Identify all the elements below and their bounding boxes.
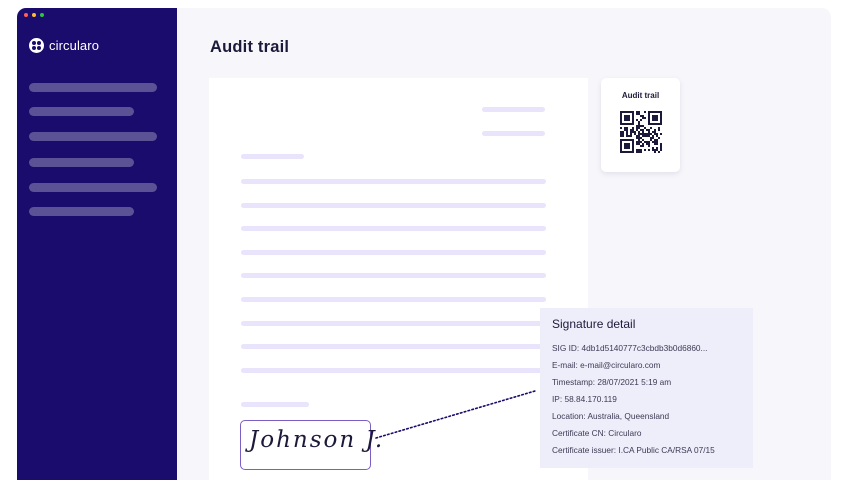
signature-id: SIG ID: 4db1d5140777c3cbdb3b0d6860... [552, 343, 708, 353]
signature-timestamp: Timestamp: 28/07/2021 5:19 am [552, 377, 672, 387]
doc-text-line [241, 226, 546, 231]
window-controls [24, 13, 44, 17]
signature-text: Johnson J. [249, 427, 385, 453]
signature-ip: IP: 58.84.170.119 [552, 394, 617, 404]
doc-header-line [482, 131, 545, 136]
qr-code-icon [620, 111, 662, 153]
signature-detail-title: Signature detail [552, 317, 636, 331]
doc-heading-line [241, 154, 304, 159]
sidebar: circularo [17, 8, 177, 480]
signature-detail-card: Signature detail SIG ID: 4db1d5140777c3c… [540, 308, 753, 468]
doc-text-line [241, 250, 546, 255]
doc-text-line [241, 179, 546, 184]
audit-trail-qr-card[interactable]: Audit trail [601, 78, 680, 172]
doc-text-line [241, 368, 546, 373]
doc-header-line [482, 107, 545, 112]
sidebar-item-3[interactable] [29, 132, 157, 141]
signature-detail-connector [375, 390, 536, 439]
signature-email: E-mail: e-mail@circularo.com [552, 360, 661, 370]
certificate-issuer: Certificate issuer: I.CA Public CA/RSA 0… [552, 445, 715, 455]
doc-text-line [241, 273, 546, 278]
doc-text-line [241, 321, 546, 326]
app-name: circularo [49, 38, 100, 53]
sidebar-item-4[interactable] [29, 158, 134, 167]
certificate-cn: Certificate CN: Circularo [552, 428, 642, 438]
sidebar-item-2[interactable] [29, 107, 134, 116]
signature-field[interactable]: Johnson J. [240, 420, 382, 470]
doc-signature-label-line [241, 402, 309, 407]
minimize-window-button[interactable] [32, 13, 36, 17]
zoom-window-button[interactable] [40, 13, 44, 17]
page-title: Audit trail [210, 38, 290, 56]
doc-text-line [241, 297, 546, 302]
sidebar-item-5[interactable] [29, 183, 157, 192]
app-logo[interactable]: circularo [29, 38, 99, 53]
sidebar-item-6[interactable] [29, 207, 134, 216]
circularo-logo-icon [29, 38, 44, 53]
app-window: circularo Audit trail Audit trail Johnso… [17, 8, 831, 480]
close-window-button[interactable] [24, 13, 28, 17]
doc-text-line [241, 203, 546, 208]
signature-location: Location: Australia, Queensland [552, 411, 670, 421]
doc-text-line [241, 344, 546, 349]
qr-card-label: Audit trail [621, 91, 660, 100]
sidebar-item-1[interactable] [29, 83, 157, 92]
